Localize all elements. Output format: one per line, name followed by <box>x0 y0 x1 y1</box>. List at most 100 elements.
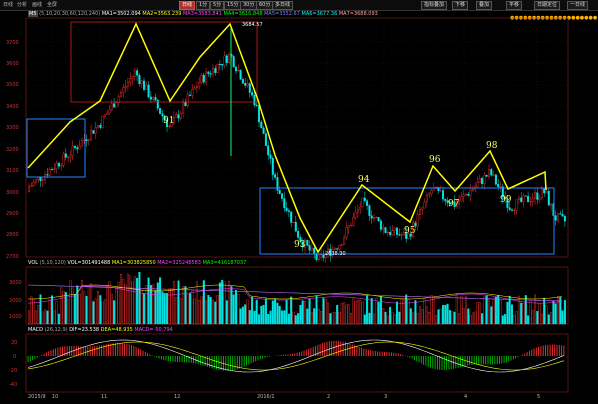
volume-bar <box>527 315 530 325</box>
candle-body <box>28 186 31 193</box>
candle-body <box>149 96 152 100</box>
candle-body <box>522 195 525 202</box>
price-tick: 3500 <box>6 82 19 88</box>
candle-body <box>287 210 290 212</box>
volume-bar <box>520 302 523 325</box>
candle-body <box>283 198 286 209</box>
volume-bar <box>322 297 325 325</box>
volume-bar <box>177 280 180 325</box>
candle-body <box>292 222 295 224</box>
candle-body <box>237 69 240 72</box>
volume-bar <box>465 296 468 325</box>
volume-params: (5,10,120) <box>39 260 66 266</box>
volume-bar <box>345 304 348 325</box>
candle-body <box>545 191 548 194</box>
volume-bar <box>223 281 226 325</box>
volume-bar <box>419 306 422 325</box>
candle-body <box>531 198 534 202</box>
volume-bar <box>37 305 40 325</box>
macd-histogram <box>27 339 565 373</box>
volume-bar <box>414 300 417 325</box>
price-tick: 3200 <box>6 147 19 153</box>
candle-body <box>333 248 336 250</box>
volume-bar <box>253 310 256 325</box>
high-marker: 3684.57 <box>242 22 263 28</box>
volume-bar <box>391 312 394 325</box>
volume-bar <box>278 305 281 325</box>
candle-body <box>363 197 366 201</box>
candle-body <box>536 192 539 200</box>
volume-bar <box>379 295 382 325</box>
candle-body <box>62 153 65 166</box>
volume-bar <box>44 309 47 325</box>
volume-bar <box>301 300 304 325</box>
candle-body <box>469 189 472 196</box>
volume-bar <box>536 311 539 325</box>
price-tick: 3600 <box>6 61 19 67</box>
volume-bar <box>230 286 233 325</box>
volume-bar <box>490 306 493 325</box>
candle-body <box>195 86 198 89</box>
date-tick: 2 <box>327 394 331 400</box>
volume-bar <box>545 305 548 325</box>
volume-bar <box>267 313 270 325</box>
volume-bar <box>340 302 343 325</box>
volume-bar <box>92 301 95 325</box>
candle-body <box>527 196 530 202</box>
volume-bar <box>30 296 33 325</box>
candle-body <box>499 186 502 188</box>
volume-bar <box>478 302 481 325</box>
volume-bar <box>359 300 362 325</box>
candle-body <box>225 55 228 63</box>
volume-bar <box>281 310 284 325</box>
candle-body <box>467 194 470 196</box>
candle-body <box>142 80 145 90</box>
candle-body <box>78 145 81 150</box>
candle-body <box>513 209 516 211</box>
volume-bar <box>451 311 454 325</box>
volume-bar <box>308 298 311 325</box>
candle-body <box>218 63 221 65</box>
volume-bar <box>188 293 191 325</box>
volume-bar <box>207 295 210 325</box>
candle-body <box>290 211 293 223</box>
volume-bar <box>113 300 116 325</box>
volume-bar <box>317 308 320 325</box>
date-tick: 2016/1 <box>257 394 275 400</box>
volume-bar <box>202 280 205 325</box>
candle-body <box>253 95 256 106</box>
volume-bar <box>133 276 136 325</box>
volume-bar <box>409 308 412 325</box>
volume-bar <box>304 301 307 325</box>
candle-body <box>520 197 523 202</box>
candle-body <box>322 254 325 258</box>
volume-bar <box>432 297 435 325</box>
candle-body <box>384 227 387 233</box>
candle-body <box>483 174 486 184</box>
date-tick: 12 <box>174 394 181 400</box>
volume-bar <box>283 310 286 325</box>
candle-body <box>34 179 37 183</box>
candle-body <box>126 82 129 87</box>
annotation-94: 94 <box>358 175 370 185</box>
volume-bar <box>442 305 445 325</box>
candle-body <box>377 217 380 221</box>
volume-bar <box>439 308 442 325</box>
volume-bar <box>179 298 182 325</box>
volume-bar <box>271 300 274 325</box>
macd-value: MACD=-50.794 <box>134 327 173 333</box>
volume-legend: VOL (5,10,120) VOL=301491488 MA1=3038258… <box>28 260 246 266</box>
volume-bar <box>285 299 288 325</box>
annotation-98: 98 <box>486 141 498 151</box>
volume-bar <box>83 291 86 325</box>
volume-bar <box>41 311 44 325</box>
volume-bar <box>313 308 316 325</box>
candle-body <box>274 174 277 178</box>
volume-bar <box>396 301 399 325</box>
candle-body <box>214 68 217 73</box>
volume-bar <box>370 298 373 325</box>
candle-body <box>338 245 341 250</box>
candle-body <box>517 197 520 201</box>
candle-body <box>497 184 500 188</box>
volume-bar <box>147 277 150 325</box>
